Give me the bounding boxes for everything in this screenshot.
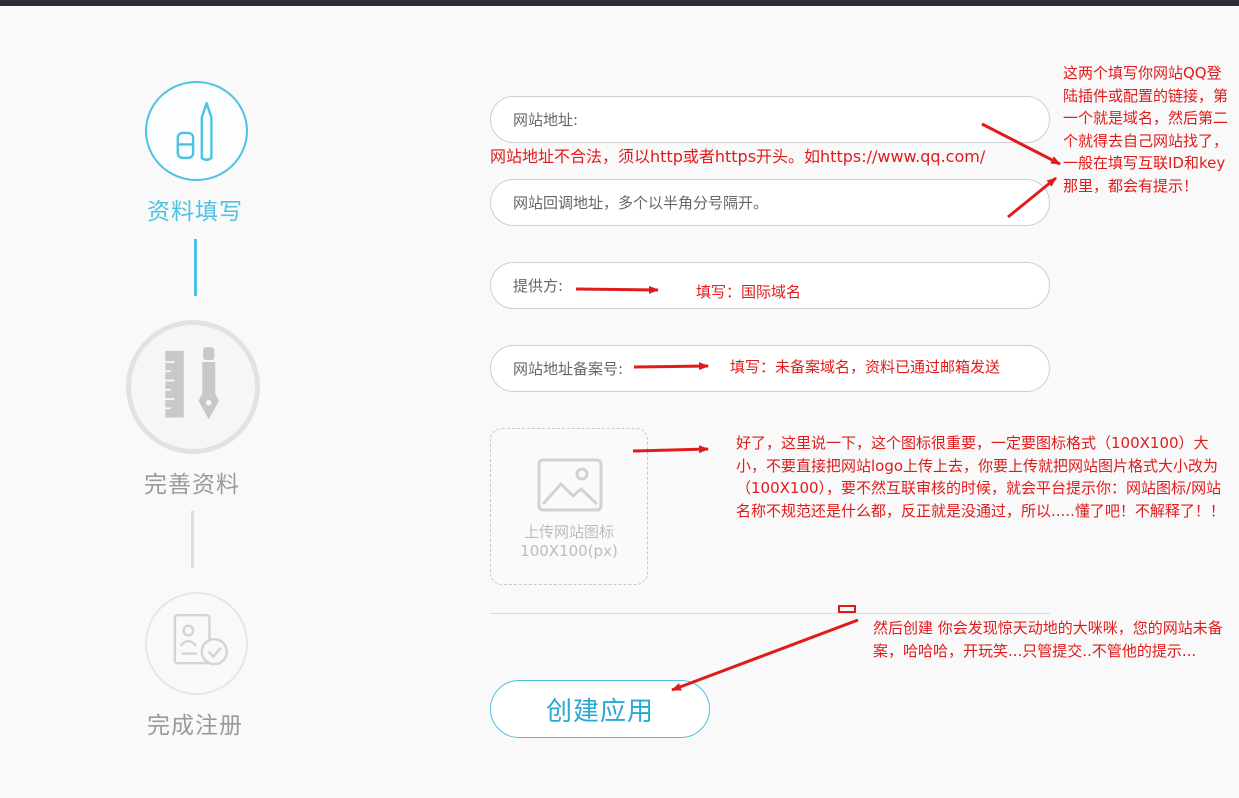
form-divider: [490, 613, 1050, 614]
annotation-record-hint: 填写：未备案域名，资料已通过邮箱发送: [730, 358, 1001, 376]
callback-url-field[interactable]: [490, 179, 1050, 226]
arrow-create: [671, 618, 859, 692]
annotation-icon-hint: 好了，这里说一下，这个图标很重要，一定要图标格式（100X100）大小，不要直接…: [736, 434, 1225, 520]
ruler-pen-icon: [165, 347, 219, 420]
annotation-marker-box: [838, 605, 856, 613]
step-connector-1: [194, 239, 197, 296]
website-url-input[interactable]: [513, 108, 1013, 132]
icon-upload-box[interactable]: 上传网站图标 100X100(px): [490, 428, 648, 585]
step-2-circle: [126, 320, 260, 454]
create-app-button[interactable]: 创建应用: [490, 680, 710, 738]
step-1-label: 资料填写: [147, 199, 243, 225]
top-bar: [0, 0, 1239, 6]
annotation-create-hint: 然后创建 你会发现惊天动地的大咪咪，您的网站未备案，哈哈哈，开玩笑...只管提交…: [873, 619, 1223, 660]
step-1-circle: [145, 81, 248, 181]
annotation-provider-hint: 填写：国际域名: [696, 283, 802, 301]
step-2-label: 完善资料: [144, 472, 240, 498]
step-3-circle: [145, 592, 248, 695]
callback-url-input[interactable]: [513, 191, 1013, 215]
annotation-url-hint: 这两个填写你网站QQ登陆插件或配置的链接，第一个就是域名，然后第二个就得去自己网…: [1063, 64, 1229, 195]
upload-label: 上传网站图标: [523, 523, 614, 541]
document-check-icon: [173, 613, 228, 666]
website-url-field[interactable]: [490, 96, 1050, 143]
step-3-label: 完成注册: [147, 713, 243, 739]
url-error-message: 网站地址不合法，须以http或者https开头。如https://www.qq.…: [490, 147, 986, 166]
pen-ink-icon: [176, 101, 213, 161]
step-connector-2: [191, 511, 194, 568]
image-icon: [537, 458, 603, 512]
upload-size-label: 100X100(px): [520, 542, 618, 560]
